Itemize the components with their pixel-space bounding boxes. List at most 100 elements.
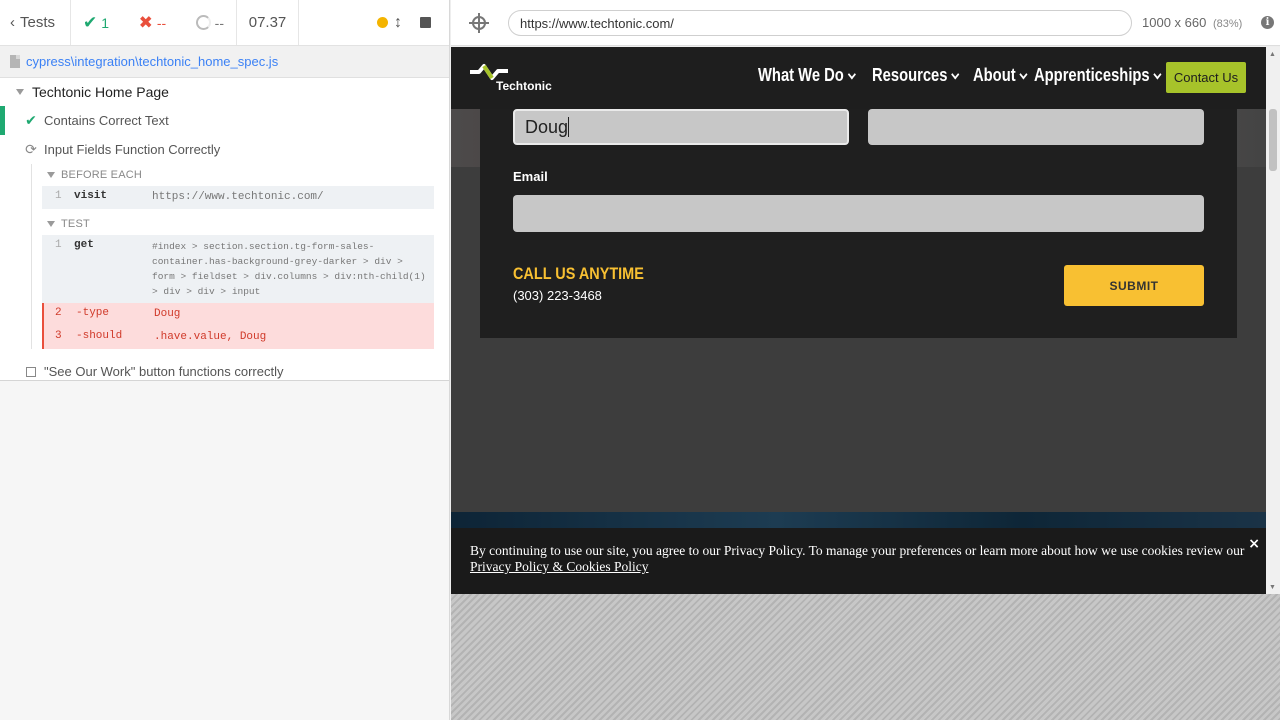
aut-header: https://www.techtonic.com/ 1000 x 660 (8… — [451, 0, 1280, 46]
command-message: Doug — [154, 308, 181, 320]
text-cursor — [568, 117, 570, 137]
info-icon[interactable]: i — [1261, 16, 1274, 29]
hook-title: TEST — [61, 218, 90, 230]
command-log-panel: ‹ Tests ✔ 1 ✖ -- -- 07.37 ↕ cypress\integr… — [0, 0, 450, 720]
stop-button[interactable] — [420, 17, 431, 28]
nav-label: What We Do — [758, 65, 844, 85]
command-row[interactable]: 1 get #index > section.section.tg-form-s… — [42, 235, 434, 303]
cookie-text: By continuing to use our site, you agree… — [470, 543, 1245, 558]
reporter-header: ‹ Tests ✔ 1 ✖ -- -- 07.37 ↕ — [0, 0, 449, 46]
contact-us-button[interactable]: Contact Us — [1166, 62, 1246, 93]
viewport-size: 1000 x 660 — [1142, 15, 1207, 30]
caret-down-icon — [47, 221, 55, 227]
viewport-info: 1000 x 660 (83%) — [1142, 15, 1242, 30]
nav-menu: What We Do Resources About Apprenticeshi… — [758, 65, 1170, 86]
caret-down-icon — [16, 89, 24, 95]
call-us-title: CALL US ANYTIME — [513, 264, 644, 283]
pending-stat: -- — [195, 14, 224, 31]
suite-title-text: Techtonic Home Page — [32, 84, 169, 100]
chevron-down-icon — [1153, 69, 1162, 79]
duration: 07.37 — [237, 0, 299, 45]
caret-down-icon — [47, 172, 55, 178]
field-value: Doug — [525, 116, 569, 137]
x-icon: ✖ — [138, 12, 153, 32]
hooks-section: BEFORE EACH 1 visit https://www.techtoni… — [31, 164, 434, 349]
viewport-scale: (83%) — [1212, 18, 1243, 30]
nav-label: Resources — [871, 65, 948, 85]
failed-count: -- — [156, 14, 167, 31]
nav-item-resources[interactable]: Resources — [871, 65, 960, 86]
test-row-running[interactable]: ⟳ Input Fields Function Correctly — [0, 135, 449, 164]
chevron-down-icon — [950, 69, 960, 79]
running-indicator-icon — [377, 17, 388, 28]
command-name: get — [74, 239, 94, 251]
square-icon — [26, 366, 36, 377]
scroll-up-arrow-icon[interactable]: ▲ — [1269, 51, 1276, 58]
command-name: -should — [76, 330, 123, 342]
aut-iframe: Techtonic What We Do Resources About App… — [451, 47, 1280, 594]
chevron-down-icon — [847, 69, 856, 79]
pending-count: -- — [214, 14, 224, 31]
tests-back-button[interactable]: ‹ Tests — [0, 0, 71, 45]
submit-button[interactable]: SUBMIT — [1064, 265, 1204, 306]
suite-title[interactable]: Techtonic Home Page — [0, 78, 449, 106]
site-navbar: Techtonic What We Do Resources About App… — [451, 47, 1266, 109]
failed-stat: ✖ -- — [139, 13, 167, 33]
refresh-icon: ⟳ — [25, 141, 37, 157]
chevron-down-icon — [1019, 69, 1028, 79]
cookie-banner: By continuing to use our site, you agree… — [451, 528, 1266, 594]
nav-item-what-we-do[interactable]: What We Do — [758, 65, 856, 86]
command-message: https://www.techtonic.com/ — [152, 191, 324, 203]
spec-file-link[interactable]: cypress\integration\techtonic_home_spec.… — [0, 46, 449, 78]
controls: ↕ — [299, 0, 449, 45]
stats: ✔ 1 ✖ -- -- — [71, 0, 237, 45]
email-field[interactable] — [513, 195, 1204, 232]
logo-text: Techtonic — [496, 79, 552, 93]
nav-label: About — [972, 65, 1016, 85]
test-row-pending[interactable]: "See Our Work" button functions correctl… — [0, 357, 449, 386]
command-number: 3 — [55, 330, 62, 342]
last-name-field[interactable] — [868, 109, 1204, 145]
nav-item-apprenticeships[interactable]: Apprenticeships — [1033, 65, 1162, 86]
spinner-icon — [195, 15, 211, 30]
url-bar[interactable]: https://www.techtonic.com/ — [508, 10, 1132, 36]
passed-count: 1 — [101, 14, 110, 31]
hook-test[interactable]: TEST — [42, 213, 434, 235]
scrollbar[interactable]: ▲ ▼ — [1266, 47, 1280, 594]
scroll-thumb[interactable] — [1269, 109, 1277, 171]
scroll-down-arrow-icon[interactable]: ▼ — [1269, 584, 1276, 591]
command-number: 2 — [55, 307, 62, 319]
sales-form: Doug Email CALL US ANYTIME (303) 223-346… — [480, 109, 1237, 338]
first-name-field[interactable]: Doug — [513, 109, 849, 145]
hook-before-each[interactable]: BEFORE EACH — [42, 164, 434, 186]
nav-item-about[interactable]: About — [972, 65, 1028, 86]
file-icon — [10, 55, 20, 68]
command-row-failed[interactable]: 2 -type Doug — [42, 303, 434, 326]
command-number: 1 — [55, 239, 62, 251]
check-icon: ✔ — [83, 12, 98, 32]
hook-title: BEFORE EACH — [61, 169, 143, 181]
privacy-policy-link[interactable]: Privacy Policy & Cookies Policy — [470, 559, 649, 574]
tests-label: Tests — [20, 14, 56, 31]
command-row[interactable]: 1 visit https://www.techtonic.com/ — [42, 186, 434, 209]
command-message: #index > section.section.tg-form-sales-c… — [152, 241, 426, 297]
check-icon: ✔ — [25, 112, 37, 128]
test-title: "See Our Work" button functions correctl… — [44, 364, 284, 379]
command-name: -type — [76, 307, 110, 319]
up-down-arrow-icon: ↕ — [394, 13, 402, 31]
chevron-left-icon: ‹ — [10, 14, 15, 31]
test-title: Input Fields Function Correctly — [44, 142, 221, 157]
command-number: 1 — [55, 190, 62, 202]
command-row-failed[interactable]: 3 -should .have.value, Doug — [42, 326, 434, 349]
phone-number[interactable]: (303) 223-3468 — [513, 288, 602, 303]
email-label: Email — [513, 169, 548, 184]
passed-stat: ✔ 1 — [83, 13, 109, 33]
auto-scroll-toggle[interactable]: ↕ — [377, 13, 402, 31]
command-message: .have.value, Doug — [154, 331, 267, 343]
command-name: visit — [74, 190, 108, 202]
selector-playground-icon[interactable] — [469, 13, 489, 33]
test-title: Contains Correct Text — [44, 113, 169, 128]
nav-label: Apprenticeships — [1033, 65, 1150, 85]
test-row-passed[interactable]: ✔ Contains Correct Text — [0, 106, 449, 135]
close-icon[interactable]: × — [1248, 536, 1260, 552]
